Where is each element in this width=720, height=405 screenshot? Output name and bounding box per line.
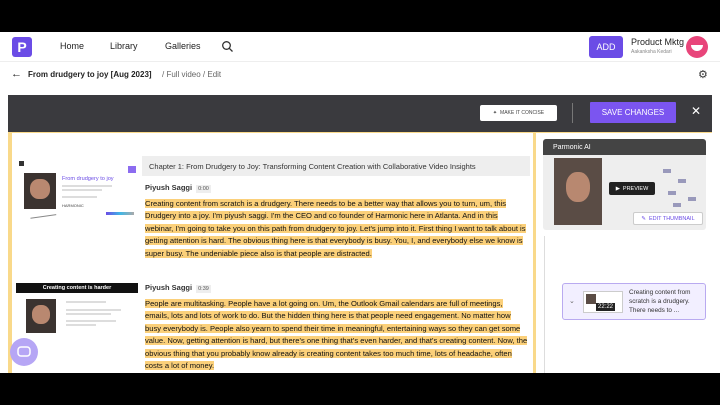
transcript-paragraph[interactable]: Creating content from scratch is a drudg…: [145, 198, 528, 260]
edit-thumbnail-label: EDIT THUMBNAIL: [648, 215, 695, 222]
thumb-text-line: [62, 189, 102, 191]
chapter-heading[interactable]: Chapter 1: From Drudgery to Joy: Transfo…: [142, 156, 530, 176]
chat-widget-button[interactable]: [10, 338, 38, 366]
timestamp[interactable]: 0:00: [196, 185, 211, 193]
transcript-paragraph[interactable]: People are multitasking. People have a l…: [145, 298, 528, 372]
thumb-color-strip: [106, 212, 134, 215]
diagram-node: [688, 197, 696, 201]
add-button[interactable]: ADD: [589, 36, 623, 58]
breadcrumb-path: / Full video / Edit: [162, 70, 222, 79]
thumb-text-line: [66, 313, 111, 315]
breadcrumb: ← From drudgery to joy [Aug 2023] / Full…: [0, 63, 720, 87]
highlighted-text[interactable]: Creating content from scratch is a drudg…: [145, 199, 526, 258]
user-subtitle: Aakanksha Kedari: [631, 49, 672, 55]
diagram-node: [673, 203, 681, 207]
app-window: P Home Library Galleries ADD Product Mkt…: [0, 32, 720, 373]
editor-toolbar: ✦ MAKE IT CONCISE SAVE CHANGES ✕: [8, 95, 712, 132]
diagram-node: [678, 179, 686, 183]
thumb-badge-icon: [128, 166, 136, 173]
preview-sidebar: Parmonic AI ▶ PREVIEW ✎ EDIT THUMBNAIL ⌄…: [536, 133, 712, 373]
preview-title: Parmonic AI: [543, 139, 706, 155]
thumb-brand: HARMONIC: [62, 203, 84, 208]
transcript-area: From drudgery to joy HARMONIC Creating c…: [12, 133, 533, 373]
gear-icon[interactable]: ⚙: [698, 68, 708, 81]
close-icon[interactable]: ✕: [691, 104, 701, 118]
thumb-text-line: [62, 196, 97, 198]
nav-galleries[interactable]: Galleries: [165, 41, 201, 51]
thumb-text-line: [66, 320, 116, 322]
play-icon: ▶: [615, 185, 620, 192]
speaker-row: Piyush Saggi 0:00: [145, 183, 211, 193]
preview-thumbnail: [554, 158, 602, 225]
sparkle-icon: ✦: [492, 110, 498, 116]
chapter-thumbnail-2-title[interactable]: Creating content is harder: [16, 283, 138, 293]
thumb-text-line: [62, 185, 112, 187]
video-preview-card[interactable]: Parmonic AI ▶ PREVIEW ✎ EDIT THUMBNAIL: [543, 139, 706, 230]
user-name: Product Mktg: [631, 37, 685, 47]
speaker-photo: [24, 173, 56, 209]
timeline-line: [544, 236, 545, 373]
pencil-icon: ✎: [641, 215, 646, 222]
clip-text: Creating content from scratch is a drudg…: [629, 289, 691, 314]
clip-card[interactable]: ⌄ 22:22 Creating content from scratch is…: [562, 283, 706, 320]
highlighted-text[interactable]: People are multitasking. People have a l…: [145, 299, 528, 371]
thumb-text-line: [66, 301, 106, 303]
preview-button[interactable]: ▶ PREVIEW: [609, 182, 655, 195]
nav-library[interactable]: Library: [110, 41, 138, 51]
search-icon[interactable]: [221, 40, 234, 53]
nav-home[interactable]: Home: [60, 41, 84, 51]
back-arrow-icon[interactable]: ←: [11, 68, 22, 80]
toolbar-divider: [572, 103, 573, 123]
speaker-name[interactable]: Piyush Saggi: [145, 283, 192, 292]
chevron-down-icon[interactable]: ⌄: [569, 297, 575, 305]
clip-thumbnail: 22:22: [583, 291, 623, 313]
make-concise-button[interactable]: ✦ MAKE IT CONCISE: [480, 105, 557, 121]
clip-speaker-photo: [586, 294, 596, 304]
make-concise-label: MAKE IT CONCISE: [500, 110, 545, 116]
thumb-text-line: [66, 309, 121, 311]
clip-duration: 22:22: [596, 303, 616, 311]
edit-thumbnail-button[interactable]: ✎ EDIT THUMBNAIL: [633, 212, 703, 225]
diagram-node: [668, 191, 676, 195]
avatar[interactable]: [686, 36, 708, 58]
speaker-name[interactable]: Piyush Saggi: [145, 183, 192, 192]
chat-bubble-icon: [17, 346, 31, 357]
save-changes-button[interactable]: SAVE CHANGES: [590, 102, 676, 123]
signature-mark: [29, 209, 57, 219]
speaker-photo: [26, 299, 56, 333]
speaker-row: Piyush Saggi 0:39: [145, 283, 211, 293]
chapter-thumbnail-1[interactable]: From drudgery to joy HARMONIC: [16, 159, 138, 255]
thumb-title: From drudgery to joy: [62, 176, 114, 182]
breadcrumb-title[interactable]: From drudgery to joy [Aug 2023]: [28, 70, 152, 79]
thumb-text-line: [66, 324, 96, 326]
preview-label: PREVIEW: [622, 185, 649, 192]
drag-handle-icon[interactable]: [19, 161, 24, 166]
diagram-node: [663, 169, 671, 173]
parmonic-logo[interactable]: P: [12, 37, 32, 57]
timestamp[interactable]: 0:39: [196, 285, 211, 293]
top-navigation: P Home Library Galleries ADD Product Mkt…: [0, 32, 720, 62]
